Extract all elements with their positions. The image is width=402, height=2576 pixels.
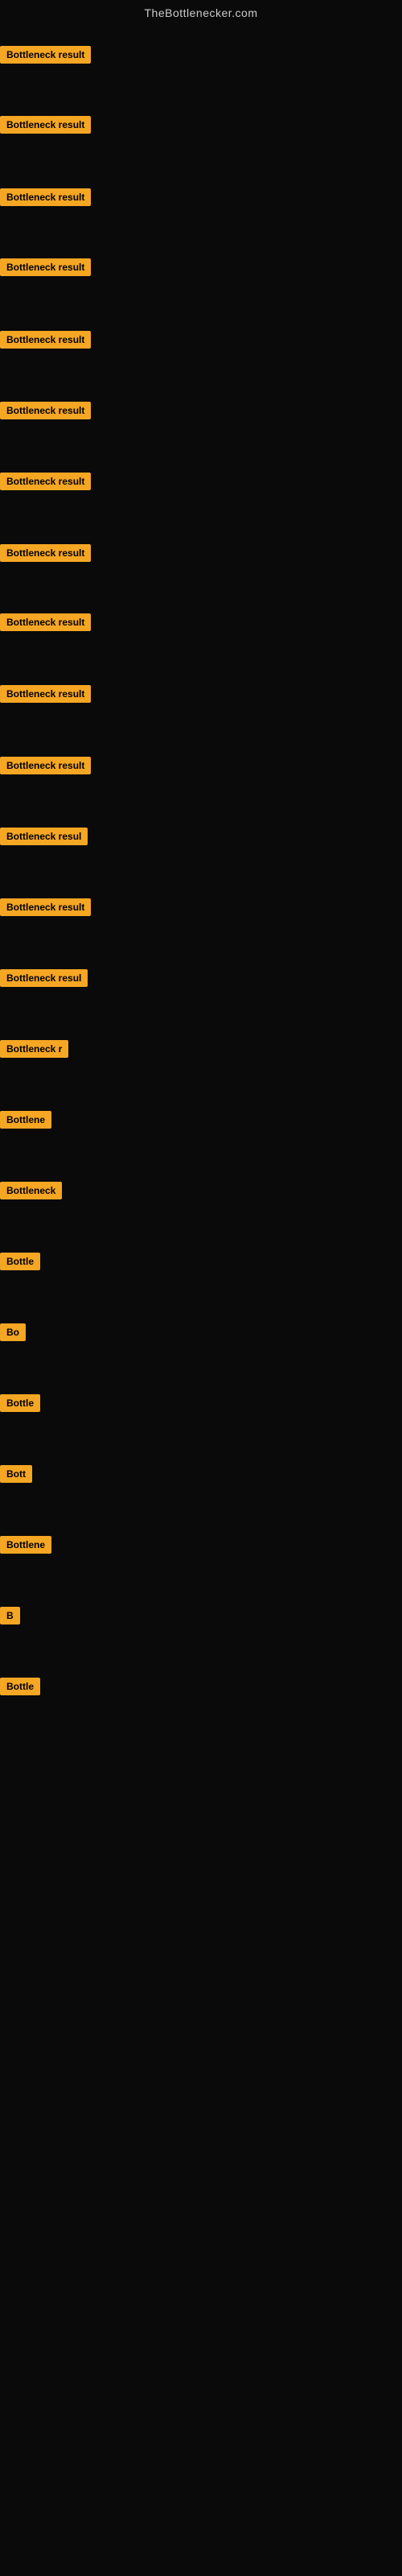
- bottleneck-badge-8[interactable]: Bottleneck result: [0, 613, 91, 631]
- bottleneck-badge-1[interactable]: Bottleneck result: [0, 116, 91, 134]
- bottleneck-result-item[interactable]: Bottleneck result: [0, 331, 91, 353]
- bottleneck-badge-14[interactable]: Bottleneck r: [0, 1040, 68, 1058]
- bottleneck-result-item[interactable]: Bottleneck result: [0, 544, 91, 566]
- bottleneck-result-item[interactable]: Bo: [0, 1323, 26, 1345]
- bottleneck-badge-5[interactable]: Bottleneck result: [0, 402, 91, 419]
- bottleneck-result-item[interactable]: Bottlene: [0, 1111, 51, 1133]
- bottleneck-result-item[interactable]: Bottleneck result: [0, 116, 91, 138]
- bottleneck-badge-10[interactable]: Bottleneck result: [0, 757, 91, 774]
- bottleneck-result-item[interactable]: Bottle: [0, 1394, 40, 1416]
- site-title-container: TheBottlenecker.com: [0, 0, 402, 23]
- bottleneck-result-item[interactable]: Bottleneck result: [0, 613, 91, 635]
- bottleneck-badge-2[interactable]: Bottleneck result: [0, 188, 91, 206]
- bottleneck-badge-7[interactable]: Bottleneck result: [0, 544, 91, 562]
- bottleneck-result-item[interactable]: Bottleneck resul: [0, 969, 88, 991]
- bottleneck-result-item[interactable]: Bottlene: [0, 1536, 51, 1558]
- bottleneck-badge-13[interactable]: Bottleneck resul: [0, 969, 88, 987]
- bottleneck-result-item[interactable]: Bott: [0, 1465, 32, 1487]
- bottleneck-result-item[interactable]: Bottleneck resul: [0, 828, 88, 849]
- bottleneck-badge-18[interactable]: Bo: [0, 1323, 26, 1341]
- bottleneck-result-item[interactable]: Bottleneck result: [0, 473, 91, 494]
- bottleneck-badge-16[interactable]: Bottleneck: [0, 1182, 62, 1199]
- bottleneck-result-item[interactable]: Bottleneck result: [0, 685, 91, 707]
- bottleneck-result-item[interactable]: Bottleneck r: [0, 1040, 68, 1062]
- bottleneck-result-item[interactable]: Bottleneck result: [0, 402, 91, 423]
- bottleneck-badge-11[interactable]: Bottleneck resul: [0, 828, 88, 845]
- bottleneck-badge-12[interactable]: Bottleneck result: [0, 898, 91, 916]
- site-title: TheBottlenecker.com: [0, 0, 402, 23]
- bottleneck-result-item[interactable]: Bottle: [0, 1253, 40, 1274]
- bottleneck-badge-15[interactable]: Bottlene: [0, 1111, 51, 1129]
- bottleneck-badge-4[interactable]: Bottleneck result: [0, 331, 91, 349]
- bottleneck-badge-23[interactable]: Bottle: [0, 1678, 40, 1695]
- bottleneck-badge-20[interactable]: Bott: [0, 1465, 32, 1483]
- bottleneck-result-item[interactable]: Bottle: [0, 1678, 40, 1699]
- bottleneck-badge-22[interactable]: B: [0, 1607, 20, 1624]
- bottleneck-result-item[interactable]: B: [0, 1607, 20, 1629]
- bottleneck-result-item[interactable]: Bottleneck result: [0, 898, 91, 920]
- bottleneck-result-item[interactable]: Bottleneck: [0, 1182, 62, 1203]
- bottleneck-badge-21[interactable]: Bottlene: [0, 1536, 51, 1554]
- bottleneck-result-item[interactable]: Bottleneck result: [0, 757, 91, 778]
- bottleneck-result-item[interactable]: Bottleneck result: [0, 258, 91, 280]
- bottleneck-result-item[interactable]: Bottleneck result: [0, 188, 91, 210]
- bottleneck-badge-0[interactable]: Bottleneck result: [0, 46, 91, 64]
- bottleneck-badge-9[interactable]: Bottleneck result: [0, 685, 91, 703]
- bottleneck-badge-17[interactable]: Bottle: [0, 1253, 40, 1270]
- bottleneck-result-item[interactable]: Bottleneck result: [0, 46, 91, 68]
- bottleneck-badge-19[interactable]: Bottle: [0, 1394, 40, 1412]
- bottleneck-badge-3[interactable]: Bottleneck result: [0, 258, 91, 276]
- bottleneck-badge-6[interactable]: Bottleneck result: [0, 473, 91, 490]
